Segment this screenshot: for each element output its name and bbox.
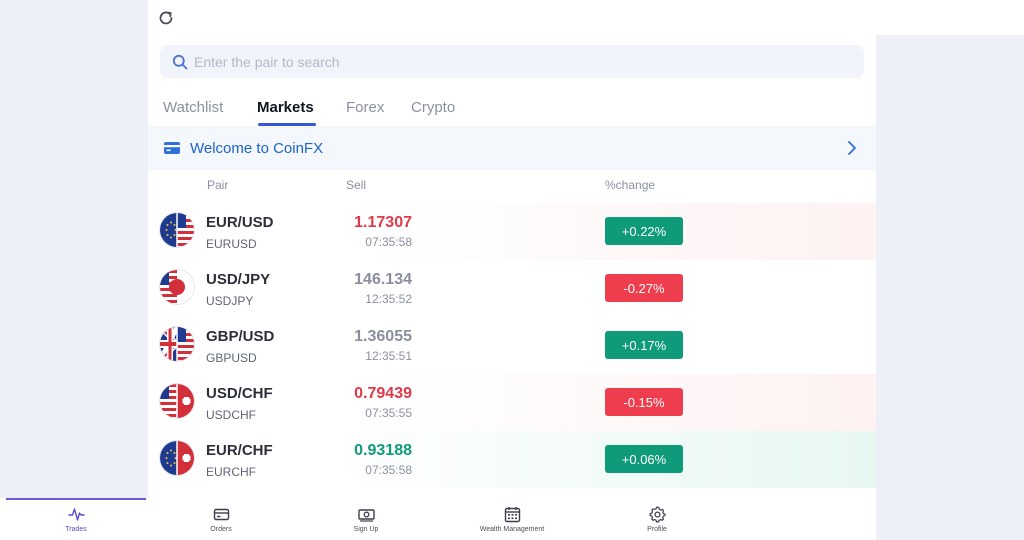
cash-icon: [357, 509, 375, 522]
welcome-text: Welcome to CoinFX: [190, 139, 324, 157]
nav-orders[interactable]: Orders: [151, 506, 291, 533]
tab-markets[interactable]: Markets: [257, 99, 314, 116]
refresh-icon[interactable]: [157, 9, 175, 27]
search-icon: [172, 54, 188, 69]
card-icon: [213, 508, 229, 521]
chevron-right-icon: [848, 141, 856, 155]
sell-price: 0.79439: [354, 385, 412, 402]
header-pair: Pair: [207, 178, 229, 192]
table-header: Pair Sell %change: [148, 178, 876, 196]
pair-name: USD/JPY: [206, 271, 271, 288]
nav-sign-up[interactable]: Sign Up: [296, 506, 436, 533]
change-badge: +0.22%: [605, 217, 683, 245]
credit-card-icon: [164, 142, 180, 154]
pair-code: EURUSD: [206, 237, 257, 251]
pair-name: GBP/USD: [206, 328, 275, 345]
active-nav-indicator: [6, 498, 146, 500]
pair-name: EUR/CHF: [206, 442, 273, 459]
sell-price: 1.17307: [354, 214, 412, 231]
sell-price: 146.134: [354, 271, 412, 288]
sell-price: 0.93188: [354, 442, 412, 459]
nav-label: Orders: [210, 526, 232, 533]
gb-us-flag-icon: [160, 327, 194, 361]
pair-name: EUR/USD: [206, 214, 274, 231]
header-sell: Sell: [346, 178, 367, 192]
bottom-nav: Trades Orders Sign Up Wealth Management …: [0, 498, 876, 540]
pair-code: USDJPY: [206, 294, 254, 308]
right-gutter: [876, 35, 1024, 540]
nav-wealth-management[interactable]: Wealth Management: [442, 506, 582, 533]
nav-label: Wealth Management: [479, 526, 545, 533]
table-row[interactable]: USD/JPY USDJPY 146.134 12:35:52 -0.27%: [148, 260, 876, 317]
market-tabs: Watchlist Markets Forex Crypto: [148, 92, 876, 126]
nav-label: Sign Up: [353, 526, 379, 533]
gear-icon: [649, 506, 666, 523]
search-input[interactable]: [194, 53, 844, 70]
pair-code: USDCHF: [206, 408, 256, 422]
pair-code: GBPUSD: [206, 351, 257, 365]
price-time: 07:35:55: [365, 406, 412, 420]
left-gutter: [0, 0, 148, 540]
tab-watchlist[interactable]: Watchlist: [163, 99, 223, 116]
price-time: 12:35:52: [365, 292, 412, 306]
eu-us-flag-icon: [160, 213, 194, 247]
change-badge: -0.27%: [605, 274, 683, 302]
nav-profile[interactable]: Profile: [587, 506, 727, 533]
change-badge: +0.06%: [605, 445, 683, 473]
calendar-icon: [504, 507, 520, 523]
nav-label: Trades: [65, 526, 87, 533]
us-ch-flag-icon: [160, 384, 194, 418]
header-change: %change: [605, 178, 656, 192]
nav-label: Profile: [647, 526, 667, 533]
price-time: 07:35:58: [365, 235, 412, 249]
welcome-banner[interactable]: Welcome to CoinFX: [148, 126, 876, 170]
change-badge: -0.15%: [605, 388, 683, 416]
price-time: 07:35:58: [365, 463, 412, 477]
sell-price: 1.36055: [354, 328, 412, 345]
tab-crypto[interactable]: Crypto: [411, 99, 455, 116]
search-bar: [160, 45, 864, 78]
tab-forex[interactable]: Forex: [346, 99, 384, 116]
change-badge: +0.17%: [605, 331, 683, 359]
pair-code: EURCHF: [206, 465, 256, 479]
us-jp-flag-icon: [160, 270, 194, 304]
table-row[interactable]: USD/CHF USDCHF 0.79439 07:35:55 -0.15%: [148, 374, 876, 431]
table-row[interactable]: EUR/CHF EURCHF 0.93188 07:35:58 +0.06%: [148, 431, 876, 488]
pair-name: USD/CHF: [206, 385, 273, 402]
price-time: 12:35:51: [365, 349, 412, 363]
pulse-icon: [67, 508, 85, 521]
nav-trades[interactable]: Trades: [6, 506, 146, 533]
table-row[interactable]: EUR/USD EURUSD 1.17307 07:35:58 +0.22%: [148, 203, 876, 260]
table-row[interactable]: GBP/USD GBPUSD 1.36055 12:35:51 +0.17%: [148, 317, 876, 374]
markets-screen: Watchlist Markets Forex Crypto Welcome t…: [148, 0, 876, 498]
eu-ch-flag-icon: [160, 441, 194, 475]
